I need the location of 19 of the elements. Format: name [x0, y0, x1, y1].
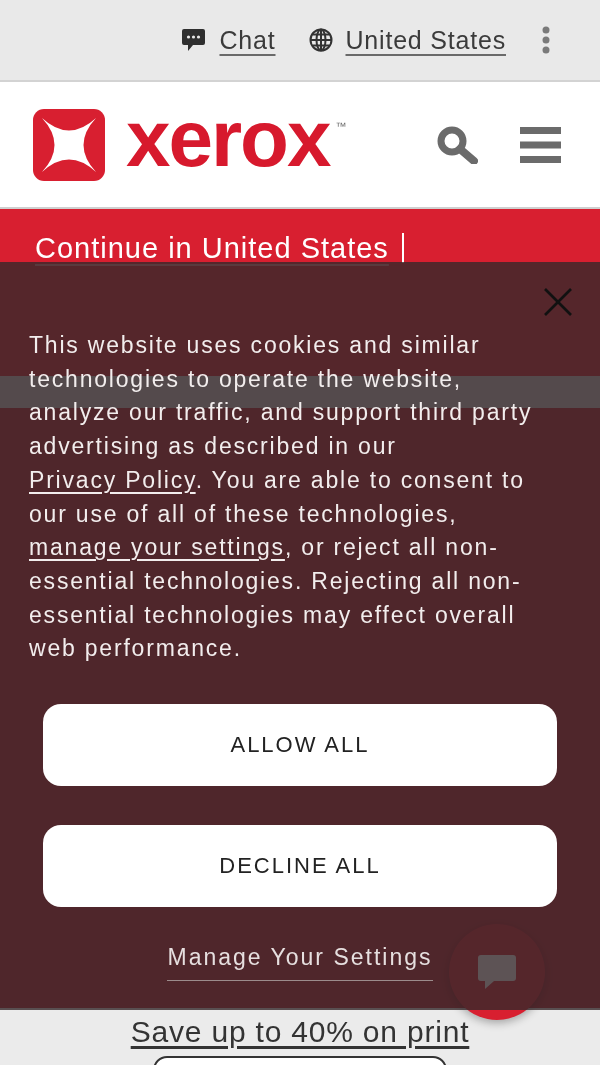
continue-link[interactable]: Continue in United States: [35, 231, 389, 265]
manage-settings-button[interactable]: Manage Your Settings: [167, 944, 433, 982]
logo-wordmark: xerox: [126, 98, 330, 179]
region-link[interactable]: United States: [345, 25, 506, 55]
privacy-policy-link[interactable]: Privacy Policy: [29, 466, 196, 493]
menu-icon[interactable]: [520, 126, 561, 163]
chat-link[interactable]: Chat: [219, 25, 276, 55]
logo-icon[interactable]: [33, 108, 105, 181]
search-icon[interactable]: [437, 125, 478, 164]
close-icon: [543, 287, 573, 317]
manage-settings-link[interactable]: manage your settings: [29, 534, 285, 561]
decline-all-button[interactable]: DECLINE ALL: [43, 825, 557, 908]
promo-link[interactable]: Save up to 40% on print: [130, 1014, 470, 1050]
trademark-mark: ™: [335, 120, 347, 132]
globe-icon: [308, 28, 333, 52]
allow-all-button[interactable]: ALLOW ALL: [43, 704, 557, 787]
cookie-message: This website uses cookies and similar technologies to operate the website, analyze our traffic, and support third party advertising as described in our Privacy Policy. You are able to consent to our use of all of these technologies, manage your settings, or reject all non-essential technologies. Rejecting all non-essential technologies may effect overall web performance.: [29, 331, 534, 664]
kebab-menu-icon[interactable]: [541, 26, 551, 54]
chat-bubble-icon: [181, 28, 207, 52]
